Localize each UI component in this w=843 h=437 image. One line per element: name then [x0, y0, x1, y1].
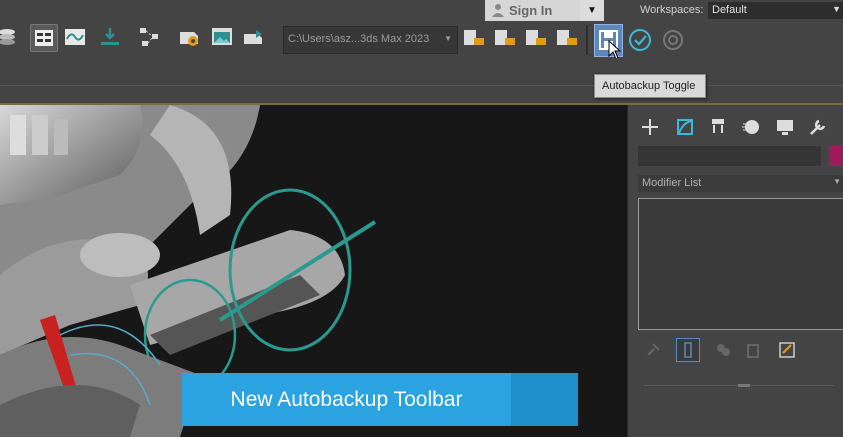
folder-icon: [495, 30, 515, 45]
render-setup-icon: [180, 32, 198, 46]
project-folder-button[interactable]: [461, 24, 487, 50]
modifier-list-label: Modifier List: [642, 177, 702, 189]
create-icon[interactable]: [640, 117, 660, 137]
folder-icon: [526, 30, 546, 45]
pin-stack-icon[interactable]: [644, 341, 662, 359]
workspaces-select[interactable]: Default ▼: [708, 2, 843, 19]
modify-icon[interactable]: [675, 117, 695, 137]
chevron-down-icon: ▼: [833, 177, 841, 186]
sign-in-label: Sign In: [509, 3, 553, 18]
tooltip: Autobackup Toggle: [594, 74, 706, 98]
toolbar-separator: [586, 25, 588, 55]
command-panel: Modifier List ▼: [627, 105, 843, 437]
project-path-text: C:\Users\asz...3ds Max 2023: [288, 33, 430, 45]
schematic-view-button[interactable]: [138, 24, 164, 50]
motion-icon[interactable]: [741, 117, 761, 137]
tooltip-text: Autobackup Toggle: [602, 80, 696, 92]
create-project-button[interactable]: [554, 24, 580, 50]
autobackup-settings-button[interactable]: [660, 27, 686, 53]
workspaces-selected-value: Default: [712, 4, 747, 16]
hierarchy-icon[interactable]: [708, 117, 728, 137]
banner-accent: [511, 373, 578, 426]
scene-explorer-button[interactable]: [0, 24, 20, 50]
autobackup-enabled-button[interactable]: [627, 27, 653, 53]
sign-in-dropdown-button[interactable]: ▼: [580, 0, 604, 21]
show-end-result-icon: [684, 342, 692, 358]
show-end-result-button[interactable]: [676, 338, 700, 362]
layers-icon: [0, 29, 15, 45]
curve-editor-icon: [65, 29, 85, 45]
check-icon: [629, 29, 651, 51]
render-production-button[interactable]: [241, 24, 267, 50]
layout-button[interactable]: [30, 24, 58, 52]
rendered-frame-icon: [212, 28, 232, 45]
make-unique-icon[interactable]: [715, 341, 733, 359]
utilities-icon[interactable]: [808, 117, 828, 137]
autobackup-settings-icon: [663, 30, 683, 50]
sign-in-button[interactable]: Sign In: [485, 0, 580, 21]
open-folder-button[interactable]: [492, 24, 518, 50]
object-color-swatch[interactable]: [829, 146, 843, 166]
dope-sheet-button[interactable]: [97, 24, 123, 50]
chevron-down-icon: ▼: [832, 4, 841, 14]
user-icon: [492, 4, 504, 17]
render-icon: [244, 30, 262, 44]
folder-icon: [557, 30, 577, 45]
configure-modifier-sets-icon[interactable]: [778, 341, 796, 359]
divider: [0, 85, 843, 86]
cursor-icon: [608, 40, 622, 60]
banner-text: New Autobackup Toolbar: [230, 388, 463, 411]
layout-icon: [35, 30, 53, 46]
panel-resize-handle[interactable]: [738, 384, 750, 387]
curve-editor-button[interactable]: [62, 24, 88, 50]
project-path-dropdown[interactable]: C:\Users\asz...3ds Max 2023 ▼: [283, 26, 458, 54]
modifier-list-dropdown[interactable]: Modifier List ▼: [638, 175, 843, 192]
ribbon-area: [0, 58, 843, 105]
render-setup-button[interactable]: [176, 24, 202, 50]
render-to-texture-icon: [101, 28, 119, 45]
remove-modifier-icon[interactable]: [744, 341, 762, 359]
workspaces-label: Workspaces:: [640, 4, 704, 16]
modifier-stack[interactable]: [638, 198, 843, 330]
rendered-frame-window-button[interactable]: [209, 24, 235, 50]
object-name-field[interactable]: [638, 146, 821, 166]
schematic-view-icon: [140, 28, 158, 46]
dropdown-arrow-icon: ▼: [587, 5, 597, 16]
folder-icon: [464, 30, 484, 45]
set-project-folder-button[interactable]: [523, 24, 549, 50]
chevron-down-icon: ▼: [444, 34, 452, 43]
display-icon[interactable]: [775, 117, 795, 137]
